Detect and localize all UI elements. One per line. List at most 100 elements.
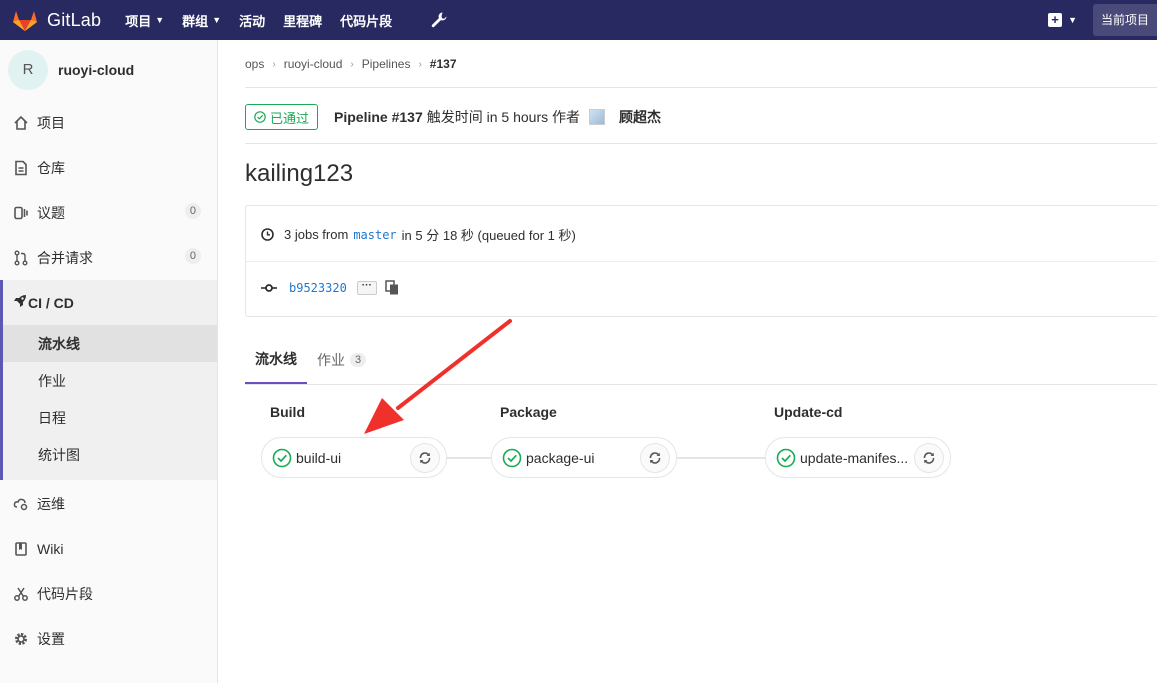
main-content: ops › ruoyi-cloud › Pipelines › #137 已通过…	[218, 40, 1157, 683]
top-nav-milestones[interactable]: 里程碑	[283, 11, 322, 30]
divider	[245, 143, 1157, 144]
job-name: update-manifes...	[800, 449, 909, 466]
jobs-summary: 3 jobs from master in 5 分 18 秒 (queued f…	[261, 225, 576, 244]
check-circle-icon	[502, 448, 522, 467]
gear-icon	[12, 630, 30, 648]
expand-message-button[interactable]: ···	[356, 280, 377, 295]
sidebar-subitem-schedules[interactable]: 日程	[3, 399, 217, 436]
stage-connector	[676, 457, 766, 459]
top-nav-activity[interactable]: 活动	[239, 11, 265, 30]
sidebar-item-label: CI / CD	[28, 294, 74, 311]
sidebar-subitem-charts[interactable]: 统计图	[3, 436, 217, 473]
sidebar-subitem-pipelines[interactable]: 流水线	[3, 325, 217, 362]
sidebar-item-cicd[interactable]: CI / CD	[0, 280, 217, 325]
jobs-prefix: 3 jobs from	[284, 227, 349, 242]
top-navbar: GitLab 项目 ▼ 群组 ▼ 活动 里程碑 代码片段 + ▼ 当前项目	[0, 0, 1157, 40]
retry-button[interactable]	[914, 443, 944, 473]
sidebar-item-label: 仓库	[37, 159, 65, 176]
pipeline-title: Pipeline #137	[334, 109, 423, 125]
top-nav-label: 活动	[239, 13, 266, 29]
breadcrumb-project[interactable]: ruoyi-cloud	[284, 57, 343, 71]
breadcrumb-pipelines[interactable]: Pipelines	[362, 57, 411, 71]
sidebar-project-header[interactable]: R ruoyi-cloud	[0, 40, 217, 100]
pipeline-header: 已通过 Pipeline #137 触发时间 in 5 hours 作者 顾超杰	[245, 104, 661, 130]
page-title: kailing123	[245, 160, 354, 187]
check-circle-icon	[254, 111, 266, 123]
current-project-button[interactable]: 当前项目	[1092, 4, 1157, 36]
document-icon	[12, 159, 30, 177]
tab-pipeline[interactable]: 流水线	[245, 336, 307, 384]
retry-icon	[923, 452, 935, 464]
top-nav-groups[interactable]: 群组 ▼	[182, 11, 221, 30]
tab-label: 流水线	[255, 351, 297, 367]
retry-button[interactable]	[410, 443, 440, 473]
project-sidebar: R ruoyi-cloud 项目 仓库 议题 0 合并请求 0 CI / CD …	[0, 40, 218, 683]
sidebar-item-merge-requests[interactable]: 合并请求 0	[0, 235, 217, 280]
status-badge[interactable]: 已通过	[245, 104, 319, 130]
breadcrumb-ops[interactable]: ops	[245, 57, 264, 71]
commit-sha-link[interactable]: b9523320	[289, 281, 347, 295]
rocket-icon	[12, 293, 28, 312]
divider	[246, 261, 1157, 262]
top-right-actions: + ▼ 当前项目	[1048, 0, 1157, 40]
top-nav-label: 项目	[125, 13, 152, 29]
plus-icon: +	[1048, 13, 1063, 27]
sidebar-item-settings[interactable]: 设置	[0, 616, 217, 661]
wrench-icon[interactable]	[430, 11, 448, 29]
jobs-duration: in 5 分 18 秒 (queued for 1 秒)	[401, 228, 576, 243]
job-package-ui[interactable]: package-ui	[491, 437, 677, 478]
gitlab-brand[interactable]: GitLab	[12, 8, 101, 32]
chevron-down-icon: ▼	[212, 15, 222, 25]
commit-icon	[261, 283, 277, 292]
job-build-ui[interactable]: build-ui	[261, 437, 447, 478]
sidebar-item-repository[interactable]: 仓库	[0, 145, 217, 190]
issues-count-badge: 0	[184, 203, 201, 219]
top-nav-label: 群组	[182, 13, 209, 29]
tab-label: 作业	[317, 352, 345, 368]
job-name: package-ui	[526, 449, 595, 466]
retry-button[interactable]	[640, 443, 670, 473]
job-name: build-ui	[296, 449, 342, 466]
breadcrumb-current[interactable]: #137	[430, 57, 457, 71]
retry-icon	[419, 452, 431, 464]
tab-jobs[interactable]: 作业 3	[307, 336, 376, 384]
stage-connector	[446, 457, 492, 459]
pipeline-trigger-text: 触发时间 in 5 hours 作者	[426, 109, 580, 125]
chevron-down-icon: ▼	[155, 15, 165, 25]
merge-requests-count-badge: 0	[184, 248, 201, 264]
new-dropdown-button[interactable]: + ▼	[1048, 13, 1077, 27]
sidebar-item-label: 议题	[37, 204, 65, 221]
author-avatar[interactable]	[589, 109, 605, 125]
sidebar-item-operations[interactable]: 运维	[0, 481, 217, 526]
copy-icon[interactable]	[385, 280, 399, 295]
top-nav-snippets[interactable]: 代码片段	[340, 11, 392, 30]
top-nav-projects[interactable]: 项目 ▼	[125, 11, 164, 30]
sidebar-item-project[interactable]: 项目	[0, 100, 217, 145]
sidebar-item-issues[interactable]: 议题 0	[0, 190, 217, 235]
branch-link[interactable]: master	[353, 228, 396, 242]
issues-icon	[12, 204, 30, 222]
author-name[interactable]: 顾超杰	[619, 107, 661, 127]
sidebar-item-wiki[interactable]: Wiki	[0, 526, 217, 571]
retry-icon	[649, 452, 661, 464]
job-update-manifest[interactable]: update-manifes...	[765, 437, 951, 478]
breadcrumb: ops › ruoyi-cloud › Pipelines › #137	[245, 57, 457, 71]
check-circle-icon	[776, 448, 796, 467]
sidebar-item-label: 代码片段	[37, 585, 93, 602]
sidebar-item-label: 设置	[37, 630, 65, 647]
clock-icon	[261, 228, 274, 241]
project-avatar: R	[8, 50, 48, 90]
sidebar-item-snippets[interactable]: 代码片段	[0, 571, 217, 616]
status-label: 已通过	[270, 110, 310, 126]
chevron-down-icon: ▼	[1068, 15, 1077, 25]
home-icon	[12, 114, 30, 132]
pipeline-tabs: 流水线 作业 3	[245, 336, 376, 384]
cloud-gear-icon	[12, 495, 30, 513]
sidebar-subitem-jobs[interactable]: 作业	[3, 362, 217, 399]
chevron-right-icon: ›	[418, 58, 422, 70]
pipeline-info-box: 3 jobs from master in 5 分 18 秒 (queued f…	[245, 205, 1157, 317]
merge-request-icon	[12, 249, 30, 267]
chevron-right-icon: ›	[350, 58, 354, 70]
check-circle-icon	[272, 448, 292, 467]
divider	[245, 87, 1157, 88]
